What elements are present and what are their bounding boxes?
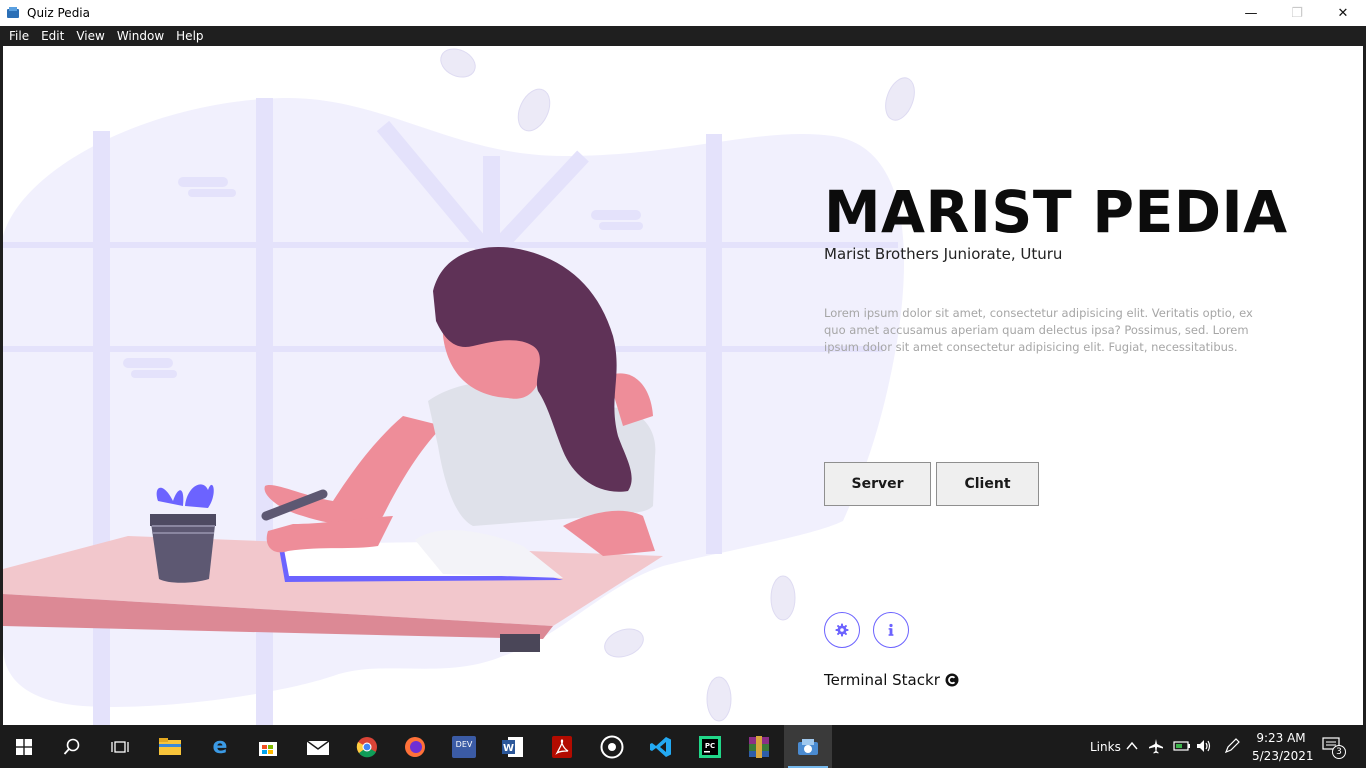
- taskbar-search-button[interactable]: [48, 725, 96, 768]
- clock-time[interactable]: 9:23 AM: [1254, 731, 1308, 745]
- battery-icon[interactable]: [1173, 739, 1191, 753]
- taskbar-vscode[interactable]: [637, 725, 685, 768]
- notification-count-badge: 3: [1332, 745, 1346, 759]
- store-icon: [259, 741, 277, 756]
- maximize-button[interactable]: ❐: [1274, 0, 1320, 26]
- app-subtitle: Marist Brothers Juniorate, Uturu: [824, 245, 1063, 263]
- menu-edit[interactable]: Edit: [35, 29, 70, 43]
- taskbar-quiz-pedia[interactable]: [784, 725, 832, 768]
- task-view-button[interactable]: [96, 725, 144, 768]
- taskbar-mail[interactable]: [294, 725, 342, 768]
- taskbar-word[interactable]: W: [489, 725, 537, 768]
- footer-credit: Terminal Stackr: [824, 671, 959, 689]
- desk-leg: [500, 634, 540, 652]
- minimize-button[interactable]: —: [1228, 0, 1274, 26]
- app-icon: [7, 7, 19, 18]
- notifications-button[interactable]: 3: [1322, 737, 1346, 759]
- stackr-logo-icon: [945, 673, 959, 687]
- winrar-icon: [749, 735, 769, 758]
- gear-icon: [835, 623, 849, 637]
- taskbar-firefox[interactable]: [391, 725, 439, 768]
- taskbar-file-explorer[interactable]: [146, 725, 194, 768]
- windows-logo-icon: [16, 738, 32, 755]
- folder-icon: [159, 737, 181, 755]
- svg-text:W: W: [503, 743, 514, 754]
- studying-woman-illustration: [3, 48, 915, 725]
- tray-links-label[interactable]: Links: [1090, 740, 1121, 754]
- server-button[interactable]: Server: [824, 462, 931, 506]
- task-view-icon: [111, 740, 129, 753]
- title-bar[interactable]: Quiz Pedia — ❐ ✕: [0, 0, 1366, 26]
- taskbar-acrobat[interactable]: [538, 725, 586, 768]
- airplane-icon[interactable]: [1148, 738, 1164, 754]
- obs-icon: [600, 735, 624, 758]
- search-icon: [63, 738, 80, 755]
- taskbar-edge[interactable]: e: [196, 725, 244, 768]
- settings-button[interactable]: [824, 612, 860, 648]
- client-button[interactable]: Client: [936, 462, 1039, 506]
- clock-date[interactable]: 5/23/2021: [1252, 749, 1314, 763]
- window-title: Quiz Pedia: [27, 6, 90, 20]
- footer-credit-text: Terminal Stackr: [824, 671, 940, 689]
- info-icon: [888, 623, 894, 636]
- taskbar-store[interactable]: [244, 725, 292, 768]
- chrome-icon: [356, 736, 377, 757]
- close-button[interactable]: ✕: [1320, 0, 1366, 26]
- pycharm-icon: PC: [699, 735, 721, 758]
- mail-icon: [307, 739, 329, 755]
- acrobat-icon: [552, 735, 572, 758]
- app-window: Quiz Pedia — ❐ ✕ File Edit View Window H…: [0, 0, 1366, 725]
- edge-icon: e: [212, 734, 228, 759]
- info-button[interactable]: [873, 612, 909, 648]
- chevron-up-icon[interactable]: [1126, 741, 1138, 751]
- start-button[interactable]: [0, 725, 48, 768]
- taskbar-obs[interactable]: [588, 725, 636, 768]
- menu-bar: File Edit View Window Help: [0, 26, 1366, 46]
- app-description: Lorem ipsum dolor sit amet, consectetur …: [824, 306, 1253, 354]
- dev-icon: DEV: [452, 735, 476, 758]
- main-content: MARIST PEDIA Marist Brothers Juniorate, …: [3, 46, 1363, 725]
- quiz-pedia-app-icon: [798, 738, 818, 755]
- taskbar-dev[interactable]: DEV: [440, 725, 488, 768]
- svg-text:PC: PC: [705, 742, 715, 750]
- pen-icon[interactable]: [1224, 738, 1240, 754]
- svg-text:DEV: DEV: [456, 740, 473, 749]
- app-title: MARIST PEDIA: [824, 178, 1288, 246]
- taskbar: e DEV W PC Links 9:23 AM 5/23/2021 3: [0, 725, 1366, 768]
- word-icon: W: [502, 736, 523, 757]
- taskbar-chrome[interactable]: [343, 725, 391, 768]
- taskbar-winrar[interactable]: [735, 725, 783, 768]
- menu-help[interactable]: Help: [170, 29, 209, 43]
- firefox-icon: [405, 736, 425, 757]
- taskbar-pycharm[interactable]: PC: [686, 725, 734, 768]
- menu-window[interactable]: Window: [111, 29, 170, 43]
- menu-file[interactable]: File: [3, 29, 35, 43]
- volume-icon[interactable]: [1196, 739, 1212, 753]
- plant-pot: [150, 484, 216, 583]
- menu-view[interactable]: View: [70, 29, 110, 43]
- vscode-icon: [650, 736, 671, 757]
